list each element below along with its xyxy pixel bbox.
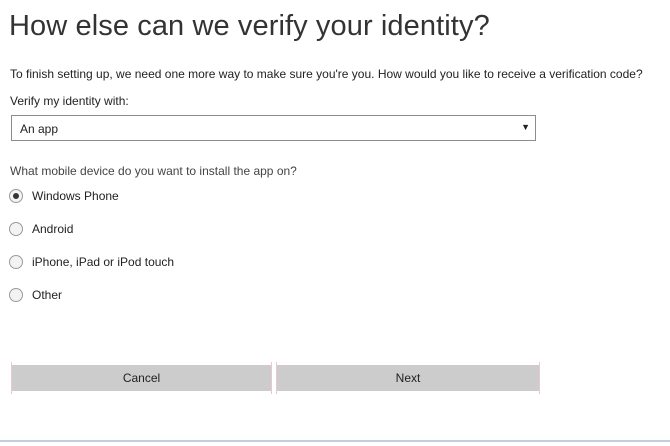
radio-button-other[interactable] [9, 288, 23, 302]
radio-label-iphone: iPhone, iPad or iPod touch [32, 255, 175, 269]
radio-button-windows-phone[interactable] [9, 189, 23, 203]
radio-button-iphone[interactable] [9, 255, 23, 269]
radio-button-android[interactable] [9, 222, 23, 236]
intro-text: To finish setting up, we need one more w… [10, 67, 643, 81]
radio-label-windows-phone: Windows Phone [32, 189, 119, 203]
radio-label-other: Other [32, 288, 63, 302]
radio-label-android: Android [32, 222, 74, 236]
device-question: What mobile device do you want to instal… [10, 164, 297, 178]
radio-option-android[interactable]: Android [9, 220, 73, 238]
verify-method-value: An app [20, 122, 59, 136]
radio-option-windows-phone[interactable]: Windows Phone [9, 187, 119, 205]
cancel-button[interactable]: Cancel [12, 365, 271, 391]
radio-option-other[interactable]: Other [9, 286, 62, 304]
page-title: How else can we verify your identity? [9, 10, 490, 42]
caret-down-icon: ▼ [521, 122, 530, 132]
button-divider [271, 362, 272, 394]
verify-method-select[interactable]: An app ▼ [11, 115, 536, 141]
verify-method-label: Verify my identity with: [10, 94, 129, 108]
page-bottom-divider [0, 440, 670, 442]
next-button[interactable]: Next [277, 365, 539, 391]
radio-option-iphone[interactable]: iPhone, iPad or iPod touch [9, 253, 174, 271]
button-divider [539, 362, 540, 394]
